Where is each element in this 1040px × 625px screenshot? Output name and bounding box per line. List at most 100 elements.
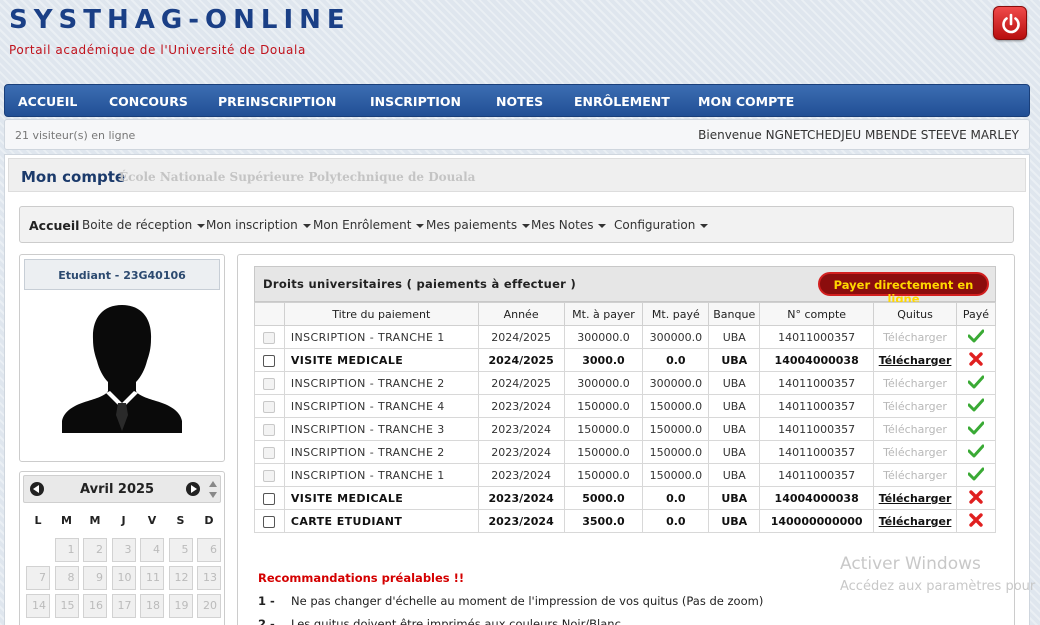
site-brand[interactable]: SYSTHAG-ONLINE	[9, 5, 351, 35]
calendar-day[interactable]: 12	[168, 566, 193, 590]
status-cell	[956, 486, 996, 510]
paid-check-icon	[967, 398, 985, 411]
calendar-day[interactable]: 14	[26, 594, 50, 618]
nav-accueil[interactable]: ACCUEIL	[18, 94, 77, 109]
calendar-day[interactable]: 18	[140, 594, 164, 618]
spin-up-icon[interactable]	[209, 481, 217, 487]
nav-enrolement[interactable]: ENRÔLEMENT	[574, 94, 670, 109]
quitus-download-link[interactable]: Télécharger	[873, 486, 958, 510]
weekday-label: V	[147, 514, 157, 527]
nav-concours[interactable]: CONCOURS	[109, 94, 188, 109]
calendar-day[interactable]: 16	[83, 594, 107, 618]
table-row: VISITE MEDICALE 2023/2024 5000.0 0.0 UBA 1400…	[254, 486, 996, 510]
status-cell	[254, 486, 285, 510]
nav-preinscription[interactable]: PREINSCRIPTION	[218, 94, 336, 109]
subnav-label: Configuration	[614, 218, 696, 232]
recommendations-title: Recommandations préalables !!	[258, 571, 465, 585]
bank-name: UBA	[708, 348, 761, 372]
amount-due: 150000.0	[563, 463, 644, 487]
calendar-day[interactable]: 5	[168, 538, 193, 562]
quitus-download-link[interactable]: Télécharger	[873, 348, 958, 372]
main-nav: ACCUEIL CONCOURS PREINSCRIPTION INSCRIPT…	[4, 84, 1030, 117]
account-number: 14011000357	[759, 371, 875, 395]
subnav-mes-notes[interactable]: Mes Notes	[531, 218, 607, 232]
caret-down-icon	[416, 223, 425, 228]
site-subtitle: Portail académique de l'Université de Do…	[9, 43, 306, 57]
row-checkbox[interactable]	[263, 354, 276, 367]
calendar-day[interactable]: 2	[83, 538, 107, 562]
school-name: École Nationale Supérieure Polytechnique…	[119, 170, 476, 184]
payment-title: INSCRIPTION - TRANCHE 1	[283, 325, 479, 349]
calendar-day[interactable]: 19	[168, 594, 193, 618]
account-number: 140000000000	[759, 509, 875, 533]
amount-paid: 0.0	[642, 486, 710, 510]
bank-name: UBA	[708, 417, 761, 441]
unpaid-cross-icon	[969, 512, 983, 527]
status-cell	[254, 440, 285, 464]
weekday-label: S	[176, 514, 185, 527]
visitor-count: 21 visiteur(s) en ligne	[15, 129, 136, 142]
caret-down-icon	[700, 223, 709, 228]
payment-year: 2024/2025	[477, 371, 565, 395]
row-checkbox[interactable]	[263, 515, 276, 528]
recommendation-text: Les quitus doivent être imprimés aux cou…	[291, 617, 621, 625]
student-id: Etudiant - 23G40106	[24, 259, 220, 290]
status-cell	[254, 394, 285, 418]
nav-mon-compte[interactable]: MON COMPTE	[698, 94, 794, 109]
calendar-day[interactable]: 8	[54, 566, 79, 590]
amount-paid: 150000.0	[642, 440, 710, 464]
paid-check-icon	[967, 444, 985, 457]
status-cell	[254, 417, 285, 441]
calendar-day[interactable]: 9	[83, 566, 107, 590]
paid-check-icon	[967, 421, 985, 434]
next-month-icon[interactable]	[186, 482, 200, 496]
subnav-label: Mon Enrôlement	[313, 218, 412, 232]
amount-due: 150000.0	[563, 394, 644, 418]
weekday-label: M	[61, 514, 72, 527]
calendar-day[interactable]: 3	[111, 538, 136, 562]
calendar-day[interactable]: 1	[54, 538, 79, 562]
subnav-boite-reception[interactable]: Boite de réception	[82, 218, 206, 232]
payment-title: INSCRIPTION - TRANCHE 1	[283, 463, 479, 487]
calendar-day[interactable]: 17	[111, 594, 136, 618]
quitus-download-link[interactable]: Télécharger	[873, 509, 958, 533]
row-checkbox[interactable]	[263, 492, 276, 505]
calendar-day[interactable]: 6	[197, 538, 221, 562]
account-subnav: Accueil Boite de réception Mon inscripti…	[19, 206, 1014, 243]
calendar-day[interactable]: 7	[26, 566, 50, 590]
payment-year: 2024/2025	[477, 348, 565, 372]
subnav-accueil[interactable]: Accueil	[29, 218, 79, 233]
nav-notes[interactable]: NOTES	[496, 94, 543, 109]
subnav-mes-paiements[interactable]: Mes paiements	[426, 218, 531, 232]
calendar-header: Avril 2025	[23, 475, 221, 503]
prev-month-icon[interactable]	[30, 482, 44, 496]
payments-body: INSCRIPTION - TRANCHE 1 2024/2025 300000.0…	[254, 325, 996, 533]
calendar-day[interactable]: 13	[197, 566, 221, 590]
calendar-day[interactable]: 11	[140, 566, 164, 590]
subnav-mon-enrolement[interactable]: Mon Enrôlement	[313, 218, 425, 232]
calendar-spinner[interactable]	[208, 480, 218, 500]
subnav-configuration[interactable]: Configuration	[614, 218, 709, 232]
account-number: 14011000357	[759, 417, 875, 441]
bank-name: UBA	[708, 509, 761, 533]
calendar-day[interactable]: 4	[140, 538, 164, 562]
page-title: Mon compte	[21, 168, 126, 186]
nav-inscription[interactable]: INSCRIPTION	[370, 94, 461, 109]
spin-down-icon[interactable]	[209, 492, 217, 498]
welcome-message: Bienvenue NGNETCHEDJEU MBENDE STEEVE MAR…	[698, 128, 1019, 142]
subnav-mon-inscription[interactable]: Mon inscription	[206, 218, 311, 232]
payment-title: INSCRIPTION - TRANCHE 3	[283, 417, 479, 441]
recommendation-number: 2 -	[258, 617, 275, 625]
table-row: INSCRIPTION - TRANCHE 2 2023/2024 150000.0…	[254, 440, 996, 464]
calendar-day[interactable]: 10	[111, 566, 136, 590]
weekday-label: D	[204, 514, 214, 527]
amount-due: 150000.0	[563, 417, 644, 441]
status-cell	[956, 440, 996, 464]
calendar-day[interactable]: 15	[54, 594, 79, 618]
logout-button[interactable]	[993, 6, 1027, 40]
amount-paid: 300000.0	[642, 325, 710, 349]
calendar-day[interactable]: 20	[197, 594, 221, 618]
pay-online-button[interactable]: Payer directement en ligne	[818, 272, 989, 306]
table-row: CARTE ETUDIANT 2023/2024 3500.0 0.0 UBA 14000…	[254, 509, 996, 533]
table-row: INSCRIPTION - TRANCHE 3 2023/2024 150000.0…	[254, 417, 996, 441]
